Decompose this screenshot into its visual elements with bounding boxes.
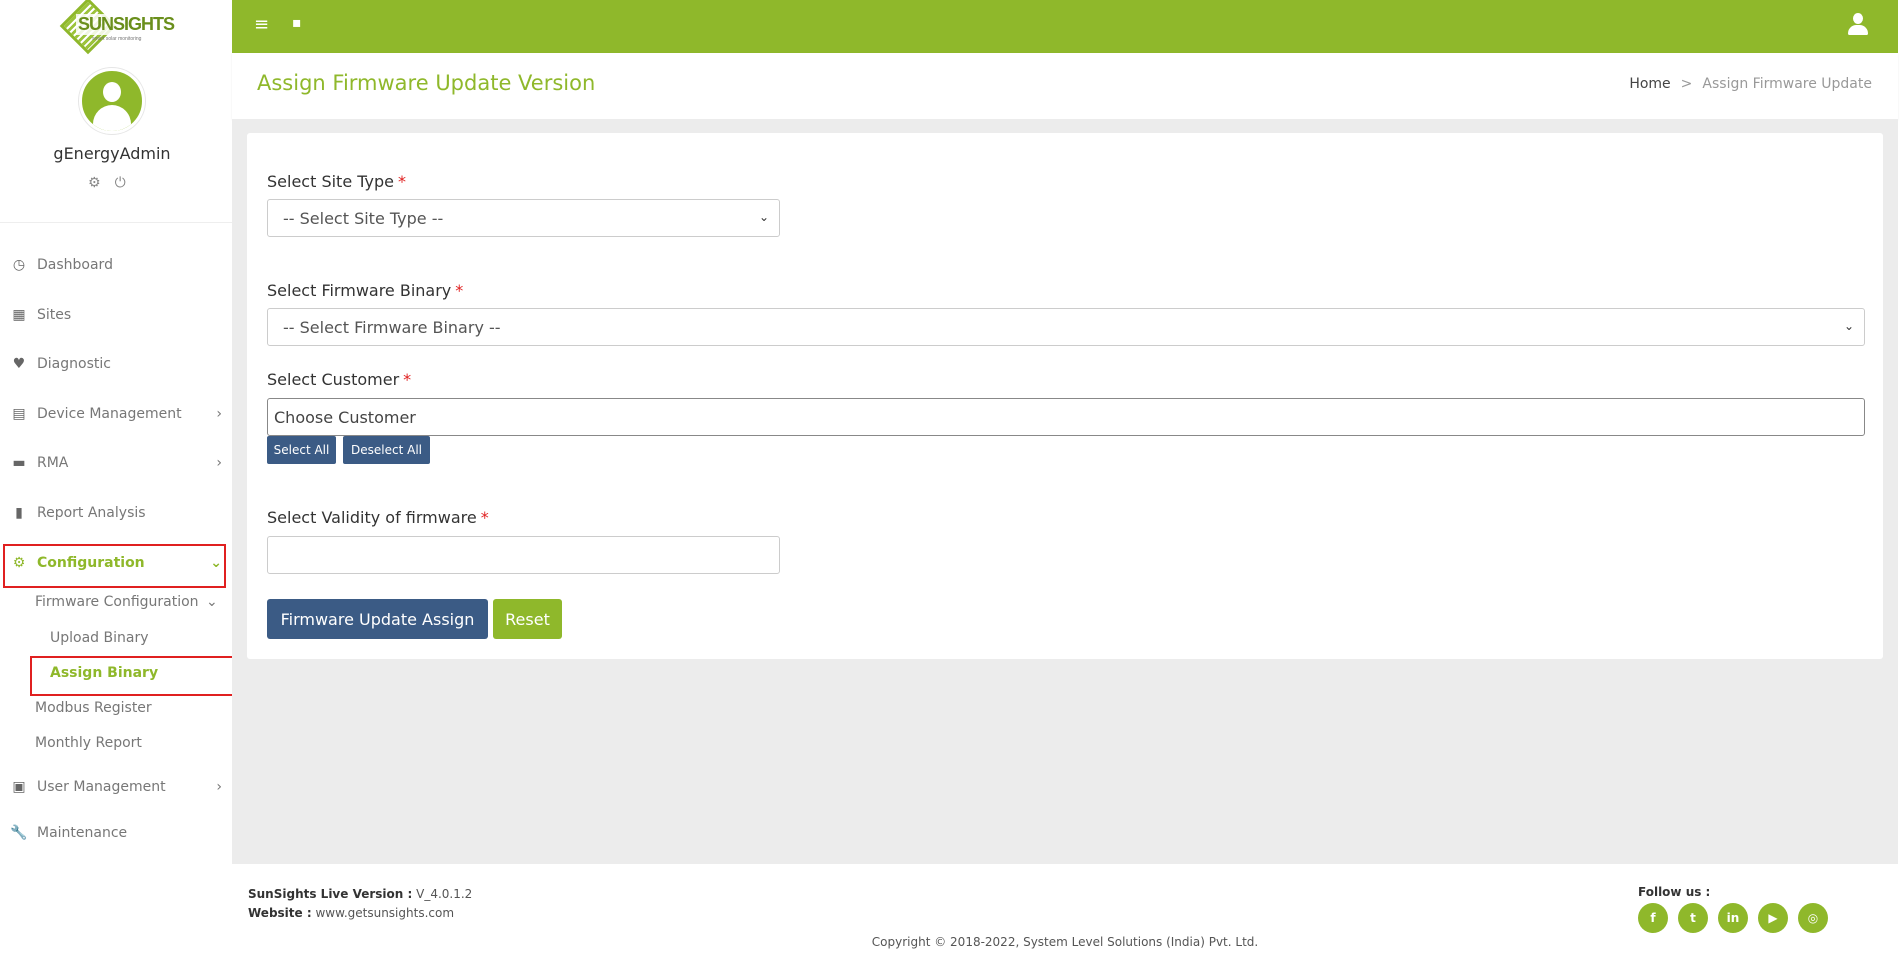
chevron-down-icon: ⌄ <box>1843 319 1854 333</box>
firmware-binary-label: Select Firmware Binary * <box>267 281 464 300</box>
facebook-icon[interactable]: f <box>1638 903 1668 933</box>
chevron-right-icon: › <box>216 406 222 422</box>
user-actions: ⚙ ⏻ <box>88 175 126 191</box>
sidebar-item-label: Report Analysis <box>37 505 146 521</box>
chat-icon[interactable]: ▪ <box>292 15 302 31</box>
required-mark: * <box>455 281 464 300</box>
version-info: SunSights Live Version : V_4.0.1.2 <box>248 887 473 901</box>
chevron-right-icon: › <box>216 779 222 795</box>
copyright: Copyright © 2018-2022, System Level Solu… <box>871 935 1259 949</box>
sidebar-item-device-management[interactable]: ▤ Device Management › <box>0 397 232 431</box>
avatar <box>79 68 145 134</box>
required-mark: * <box>403 370 412 389</box>
sidebar-item-monthly-report[interactable]: Monthly Report <box>35 735 142 751</box>
customer-placeholder: Choose Customer <box>274 407 416 427</box>
website-info: Website : www.getsunsights.com <box>248 906 455 920</box>
top-bar: ≡ ▪ <box>232 0 1898 53</box>
chevron-right-icon: › <box>216 455 222 471</box>
sidebar-item-user-management[interactable]: ▣ User Management › <box>0 770 232 804</box>
sidebar-divider <box>0 222 232 223</box>
sidebar-item-firmware-configuration[interactable]: Firmware Configuration <box>35 594 199 610</box>
sidebar-item-label: Upload Binary <box>50 630 149 646</box>
youtube-icon[interactable]: ▶ <box>1758 903 1788 933</box>
highlight-box-assign-binary <box>30 656 234 696</box>
breadcrumb-home-link[interactable]: Home <box>1629 76 1670 92</box>
sidebar-item-upload-binary[interactable]: Upload Binary <box>50 630 149 646</box>
firmware-binary-select[interactable]: -- Select Firmware Binary -- ⌄ <box>267 308 1865 346</box>
sidebar-item-label: Diagnostic <box>37 356 111 372</box>
customer-multiselect[interactable]: Choose Customer <box>267 398 1865 436</box>
logo-text: SUNSIGHTS <box>76 14 177 35</box>
sidebar-item-sites[interactable]: ▦ Sites <box>0 298 232 332</box>
website-link[interactable]: www.getsunsights.com <box>315 906 454 920</box>
sidebar: SUNSIGHTS smart solar monitoring gEnergy… <box>0 0 234 960</box>
select-all-button[interactable]: Select All <box>267 436 336 464</box>
highlight-box-configuration <box>3 544 226 588</box>
sidebar-item-maintenance[interactable]: 🔧 Maintenance <box>0 816 232 850</box>
power-icon[interactable]: ⏻ <box>115 175 126 191</box>
sidebar-item-report-analysis[interactable]: ▮ Report Analysis <box>0 496 232 530</box>
site-type-select[interactable]: -- Select Site Type -- ⌄ <box>267 199 780 237</box>
wrench-icon: 🔧 <box>10 825 28 841</box>
required-mark: * <box>480 508 489 527</box>
sites-icon: ▦ <box>12 307 26 323</box>
logo-tagline: smart solar monitoring <box>92 36 142 42</box>
user-profile-icon[interactable] <box>1846 12 1870 38</box>
twitter-icon[interactable]: t <box>1678 903 1708 933</box>
id-card-icon: ▣ <box>12 779 26 795</box>
validity-input[interactable] <box>267 536 780 574</box>
firmware-update-assign-button[interactable]: Firmware Update Assign <box>267 599 488 639</box>
breadcrumb-current: Assign Firmware Update <box>1702 76 1872 92</box>
sidebar-item-label: Firmware Configuration <box>35 594 199 610</box>
follow-us-label: Follow us : <box>1638 885 1711 899</box>
customer-label: Select Customer * <box>267 370 412 389</box>
required-mark: * <box>398 172 406 191</box>
reset-button[interactable]: Reset <box>493 599 562 639</box>
site-type-label: Select Site Type * <box>267 172 406 191</box>
breadcrumb-separator-icon: > <box>1680 76 1693 92</box>
chevron-down-icon: ⌄ <box>206 594 218 610</box>
bar-chart-icon: ▮ <box>15 505 23 521</box>
sidebar-item-label: Sites <box>37 307 72 323</box>
store-icon: ▬ <box>12 455 26 471</box>
validity-label: Select Validity of firmware * <box>267 508 489 527</box>
username: gEnergyAdmin <box>53 144 171 163</box>
sidebar-item-label: Maintenance <box>37 825 128 841</box>
sidebar-item-dashboard[interactable]: ◷ Dashboard <box>0 248 232 282</box>
sidebar-item-label: Device Management <box>37 406 182 422</box>
footer: SunSights Live Version : V_4.0.1.2 Websi… <box>232 864 1898 960</box>
sidebar-item-label: Dashboard <box>37 257 113 273</box>
sunsights-logo[interactable]: SUNSIGHTS smart solar monitoring <box>59 0 177 55</box>
sidebar-item-modbus-register[interactable]: Modbus Register <box>35 700 152 716</box>
page-header: Assign Firmware Update Version Home > As… <box>232 53 1898 119</box>
chevron-down-icon: ⌄ <box>758 210 769 224</box>
breadcrumb: Home > Assign Firmware Update <box>1629 76 1872 92</box>
heartbeat-icon: ♥ <box>12 356 26 372</box>
sidebar-item-label: Monthly Report <box>35 735 142 751</box>
settings-icon[interactable]: ⚙ <box>88 175 101 191</box>
social-links: f t in ▶ ◎ <box>1638 903 1828 933</box>
instagram-icon[interactable]: ◎ <box>1798 903 1828 933</box>
page-title: Assign Firmware Update Version <box>257 71 596 95</box>
sidebar-item-diagnostic[interactable]: ♥ Diagnostic <box>0 347 232 381</box>
device-icon: ▤ <box>12 406 26 422</box>
dashboard-icon: ◷ <box>12 257 26 273</box>
hamburger-menu-icon[interactable]: ≡ <box>254 14 269 35</box>
deselect-all-button[interactable]: Deselect All <box>343 436 430 464</box>
sidebar-item-label: RMA <box>37 455 69 471</box>
sidebar-item-label: User Management <box>37 779 166 795</box>
sidebar-item-label: Modbus Register <box>35 700 152 716</box>
linkedin-icon[interactable]: in <box>1718 903 1748 933</box>
sidebar-item-rma[interactable]: ▬ RMA › <box>0 446 232 480</box>
